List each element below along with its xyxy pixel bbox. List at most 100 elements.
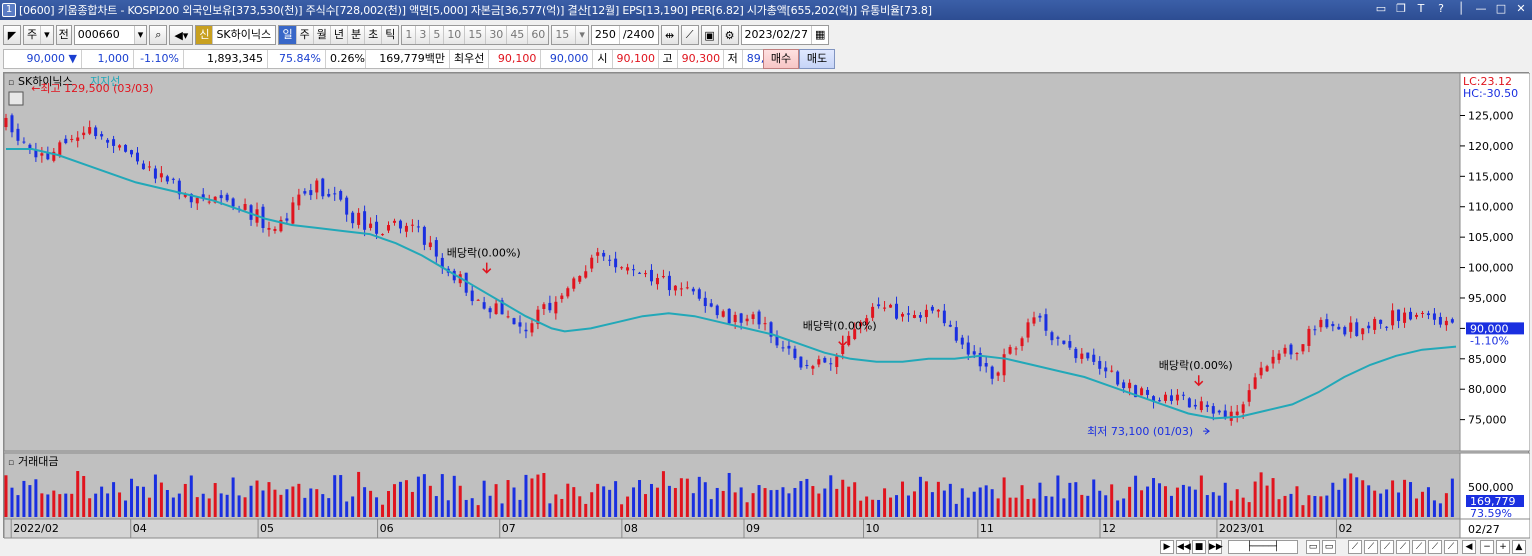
candle-body — [942, 310, 946, 324]
date-value[interactable]: 2023/02/27 — [741, 26, 812, 44]
date-tick-label: 11 — [980, 522, 994, 535]
volume-bar — [1229, 500, 1233, 517]
volume-bar — [64, 493, 68, 517]
panel-marker-icon: ▫ — [8, 78, 14, 88]
chevron-down-icon[interactable]: ▾ — [576, 26, 588, 44]
tab-year[interactable]: 년 — [330, 26, 348, 44]
volume-bar — [853, 482, 857, 517]
layout-2-icon[interactable]: ▭ — [1322, 540, 1336, 554]
zoom-in-icon[interactable]: + — [1496, 540, 1510, 554]
sell-button[interactable]: 매도 — [799, 49, 835, 69]
chart-canvas[interactable]: 75,00080,00085,00090,00095,000100,000105… — [3, 72, 1531, 539]
volume-bar — [787, 493, 791, 517]
count-input[interactable]: 250 — [591, 26, 620, 44]
gear-icon[interactable]: ⚙ — [720, 25, 739, 45]
minimize-icon[interactable]: — — [1474, 2, 1488, 16]
low-label: 저 — [724, 50, 743, 68]
window-titlebar: 1 [0600] 키움종합차트 - KOSPI200 외국인보유[373,530… — [0, 0, 1532, 20]
volume-bar — [213, 483, 217, 517]
minute-select[interactable]: 15 ▾ — [551, 25, 589, 45]
grid-toggle-icon[interactable] — [8, 91, 24, 106]
menu-icon[interactable]: ▲ — [1512, 540, 1526, 554]
draw-tool-icon[interactable]: ⟋ — [680, 25, 699, 45]
volume-bar — [1325, 495, 1329, 517]
chart-scroll-bar[interactable]: ▶ ◀◀ ■ ▶▶ ├────┤ ▭ ▭ ⟋ ⟋ ⟋ ⟋ ⟋ ⟋ ⟋ ◀ − +… — [0, 540, 1532, 556]
scroll-right-icon[interactable]: ▶ — [1160, 540, 1174, 554]
search-icon[interactable]: ⌕ — [149, 25, 168, 45]
volume-bar — [1116, 500, 1120, 517]
tab-month[interactable]: 월 — [313, 26, 331, 44]
zoom-slider[interactable]: ├────┤ — [1228, 540, 1298, 554]
prev-button[interactable]: 전 — [55, 25, 72, 45]
candle-body — [990, 366, 994, 379]
tab-minute[interactable]: 분 — [347, 26, 366, 44]
date-field[interactable]: 2023/02/27 ▦ — [740, 25, 830, 45]
tab-second[interactable]: 초 — [365, 26, 383, 44]
code-input[interactable]: 000660 — [74, 26, 135, 44]
minute-10[interactable]: 10 — [444, 26, 466, 44]
close-icon[interactable]: ✕ — [1514, 2, 1528, 16]
volume-bar — [1373, 490, 1377, 517]
tab-day[interactable]: 일 — [279, 26, 297, 44]
volume-bar — [614, 481, 618, 517]
candle-body — [118, 145, 122, 148]
candle-body — [948, 324, 952, 327]
candle-body — [422, 226, 426, 245]
link-window-icon[interactable]: ❐ — [1394, 2, 1408, 16]
zoom-out-icon[interactable]: − — [1480, 540, 1494, 554]
minute-45[interactable]: 45 — [507, 26, 529, 44]
arrow-icon[interactable]: ◤ — [3, 25, 21, 45]
candle-body — [1301, 344, 1305, 352]
period-type-select[interactable]: 주 ▾ — [23, 25, 54, 45]
tool-3-icon[interactable]: ⟋ — [1380, 540, 1394, 554]
minute-3[interactable]: 3 — [416, 26, 431, 44]
scroll-left-icon[interactable]: ◀ — [1462, 540, 1476, 554]
minute-60[interactable]: 60 — [528, 26, 549, 44]
date-tick-label: 2023/01 — [1219, 522, 1265, 535]
text-icon[interactable]: T — [1414, 2, 1428, 16]
candle-body — [16, 128, 20, 141]
zoom-icon[interactable]: ⇹ — [660, 25, 679, 45]
date-tick-label: 04 — [133, 522, 147, 535]
candle-body — [1277, 353, 1281, 360]
window-number-badge[interactable]: 1 — [2, 3, 16, 17]
dock-icon[interactable]: ▭ — [1374, 2, 1388, 16]
volume-bar — [769, 490, 773, 517]
tool-5-icon[interactable]: ⟋ — [1412, 540, 1426, 554]
candle-body — [793, 348, 797, 359]
volume-bar — [494, 484, 498, 517]
panel-marker-icon: ▫ — [8, 458, 14, 468]
candle-body — [225, 194, 229, 201]
tool-2-icon[interactable]: ⟋ — [1364, 540, 1378, 554]
candle-body — [1265, 366, 1269, 372]
help-icon[interactable]: ? — [1434, 2, 1448, 16]
rewind-icon[interactable]: ◀◀ — [1176, 540, 1191, 554]
minute-5[interactable]: 5 — [430, 26, 445, 44]
chevron-down-icon[interactable]: ▾ — [41, 26, 53, 44]
minute-15[interactable]: 15 — [465, 26, 487, 44]
chart-panel[interactable]: 75,00080,00085,00090,00095,000100,000105… — [3, 72, 1531, 539]
tool-7-icon[interactable]: ⟋ — [1444, 540, 1458, 554]
candle-body — [984, 363, 988, 367]
layout-1-icon[interactable]: ▭ — [1306, 540, 1320, 554]
minute-1[interactable]: 1 — [402, 26, 417, 44]
code-combo[interactable]: 000660 ▾ — [73, 25, 148, 45]
candle-body — [159, 173, 163, 178]
volume-bar — [1379, 493, 1383, 517]
maximize-icon[interactable]: □ — [1494, 2, 1508, 16]
tab-week[interactable]: 주 — [296, 26, 314, 44]
minute-30[interactable]: 30 — [486, 26, 508, 44]
save-icon[interactable]: ▣ — [700, 25, 719, 45]
tool-4-icon[interactable]: ⟋ — [1396, 540, 1410, 554]
candle-body — [141, 163, 145, 170]
tab-tick[interactable]: 틱 — [382, 26, 399, 44]
stop-icon[interactable]: ■ — [1192, 540, 1206, 554]
tool-1-icon[interactable]: ⟋ — [1348, 540, 1362, 554]
buy-button[interactable]: 매수 — [763, 49, 799, 69]
fast-forward-icon[interactable]: ▶▶ — [1208, 540, 1223, 554]
chevron-down-icon[interactable]: ▾ — [134, 26, 147, 44]
tool-6-icon[interactable]: ⟋ — [1428, 540, 1442, 554]
sound-icon[interactable]: ◀▾ — [169, 25, 194, 45]
volume-bar — [871, 499, 875, 517]
calendar-icon[interactable]: ▦ — [811, 26, 829, 44]
